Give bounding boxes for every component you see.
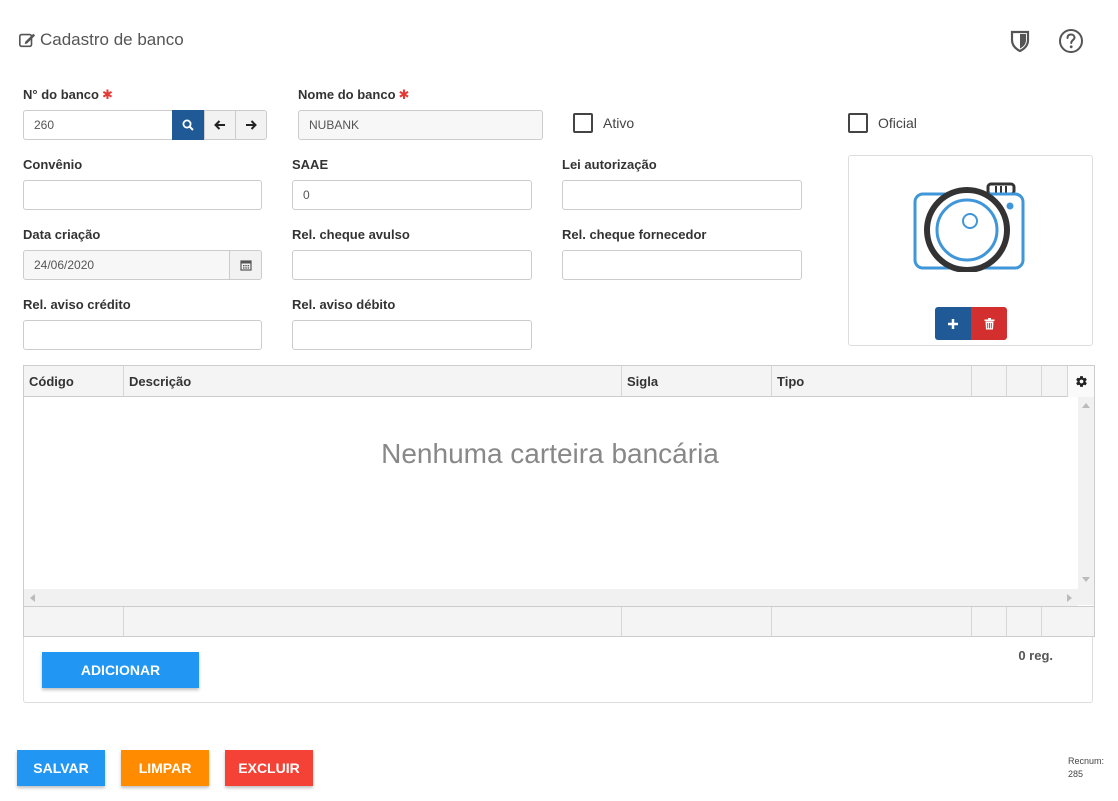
lei-autorizacao-input[interactable] [562,180,802,210]
saae-label: SAAE [292,157,329,172]
previous-button[interactable] [204,110,236,140]
aviso-credito-input[interactable] [23,320,262,350]
data-criacao-label: Data criação [23,227,101,242]
column-header-tipo[interactable]: Tipo [772,366,972,397]
arrow-left-icon [214,120,225,130]
aviso-credito-label: Rel. aviso crédito [23,297,131,312]
ativo-label: Ativo [603,115,635,131]
aviso-debito-label: Rel. aviso débito [292,297,396,312]
scroll-down-icon [1082,577,1090,582]
search-button[interactable] [172,110,204,140]
page-title-text: Cadastro de banco [40,30,184,49]
remove-photo-button[interactable] [971,307,1007,340]
bank-number-label: N° do banco ✱ [23,87,113,102]
recnum: Recnum: 285 [1068,755,1104,781]
column-header-descricao[interactable]: Descrição [124,366,622,397]
cheque-fornecedor-label: Rel. cheque fornecedor [562,227,707,242]
oficial-label: Oficial [878,115,917,131]
edit-icon [18,33,36,48]
aviso-debito-input[interactable] [292,320,532,350]
photo-panel [848,155,1093,346]
bank-number-input[interactable]: 260 [23,110,173,140]
required-icon: ✱ [398,87,410,102]
data-criacao-input[interactable]: 24/06/2020 [23,250,230,280]
add-button[interactable]: ADICIONAR [42,652,199,688]
grid-footer [24,606,1094,637]
column-header-sigla[interactable]: Sigla [622,366,772,397]
add-photo-button[interactable] [935,307,971,340]
cheque-fornecedor-input[interactable] [562,250,802,280]
lei-autorizacao-label: Lei autorização [562,157,657,172]
camera-icon [913,182,1025,272]
required-icon: ✱ [101,87,113,102]
bank-name-label: Nome do banco ✱ [298,87,410,102]
column-header-extra [972,366,1007,397]
column-header-codigo[interactable]: Código [24,366,124,397]
bank-name-input[interactable]: NUBANK [298,110,543,140]
recnum-value: 285 [1068,769,1084,779]
calendar-button[interactable] [229,250,262,280]
grid-action-panel: ADICIONAR 0 reg. [23,637,1093,703]
grid-header: Código Descrição Sigla Tipo [24,366,1094,397]
convenio-input[interactable] [23,180,262,210]
scroll-left-icon [30,594,35,602]
help-icon[interactable] [1058,28,1084,54]
column-header-extra [1042,366,1068,397]
convenio-label: Convênio [23,157,83,172]
grid-settings-button[interactable] [1068,366,1094,397]
scroll-up-icon [1082,403,1090,408]
vertical-scrollbar[interactable] [1078,397,1094,605]
delete-button[interactable]: EXCLUIR [225,750,313,786]
ativo-checkbox[interactable] [573,113,593,133]
cheque-avulso-input[interactable] [292,250,532,280]
saae-input[interactable]: 0 [292,180,532,210]
empty-message: Nenhuma carteira bancária [381,438,719,469]
next-button[interactable] [235,110,267,140]
recnum-label: Recnum: [1068,756,1105,766]
oficial-checkbox[interactable] [848,113,868,133]
shield-icon[interactable] [1007,28,1033,54]
gear-icon [1075,376,1087,387]
carteira-grid: Código Descrição Sigla Tipo Nenhuma cart… [23,365,1095,637]
horizontal-scrollbar[interactable] [24,589,1078,606]
plus-icon [948,318,958,329]
trash-icon [984,317,994,329]
cheque-avulso-label: Rel. cheque avulso [292,227,410,242]
scroll-right-icon [1067,594,1072,602]
clear-button[interactable]: LIMPAR [121,750,209,786]
calendar-icon [239,260,252,271]
arrow-right-icon [246,120,257,130]
save-button[interactable]: SALVAR [17,750,105,786]
page-title: Cadastro de banco [18,30,184,50]
column-header-extra [1007,366,1042,397]
record-count: 0 reg. [1018,648,1053,663]
search-icon [182,119,194,131]
